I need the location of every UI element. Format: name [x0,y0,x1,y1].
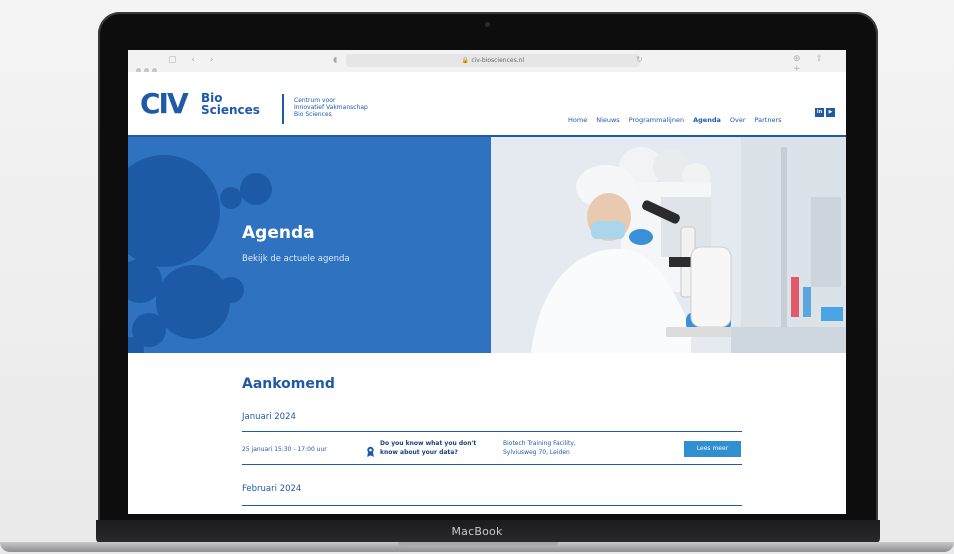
nav-over[interactable]: Over [730,116,746,124]
event-location-line-1: Biotech Training Facility, [503,440,576,447]
share-newtab-icons[interactable]: ⊕ ⇧ + [793,54,846,74]
main-nav: Home Nieuws Programmalijnen Agenda Over Partn… [568,116,791,124]
event-title[interactable]: Do you know what you don't know about yo… [380,440,490,457]
device-brand: MacBook [451,525,503,538]
divider [242,464,742,465]
divider [242,431,742,432]
nav-agenda[interactable]: Agenda [693,116,721,124]
sidebar-back-forward-icons[interactable]: ▢ ‹ › [168,55,219,65]
read-more-button[interactable]: Lees meer [684,441,741,457]
lock-icon: 🔒 [461,57,470,64]
logo-text[interactable]: Bio Sciences [201,92,260,116]
camera [485,22,490,27]
address-bar[interactable]: 🔒 civ-biosciences.nl [346,54,640,67]
decor-circle [240,173,272,205]
decor-circle [218,277,244,303]
browser-toolbar: ▢ ‹ › ◖ 🔒 civ-biosciences.nl ↻ ⊕ ⇧ + [128,50,846,74]
month-heading: Januari 2024 [242,412,296,422]
page-subtitle: Bekijk de actuele agenda [242,254,350,264]
nav-partners[interactable]: Partners [755,116,782,124]
decor-circle [220,187,242,209]
nav-programmalijnen[interactable]: Programmalijnen [629,116,684,124]
site-header: CIV Bio Sciences Centrum voor Innovatief… [128,72,846,137]
tagline-line-1: Centrum voor [294,97,336,104]
tagline-line-3: Bio Sciences [294,111,332,118]
url-text: civ-biosciences.nl [471,57,525,64]
social-links: in ▶ [813,98,835,117]
event-date: 25 januari 15:30 - 17:00 uur [242,446,327,453]
section-heading: Aankomend [242,376,335,392]
event-title-line-1: Do you know what you don't [380,440,477,447]
decor-circle [156,265,230,339]
youtube-icon[interactable]: ▶ [826,108,835,117]
hero-photo [491,137,846,353]
reload-icon[interactable]: ↻ [636,55,643,64]
laptop-notch [398,542,558,546]
award-icon [366,443,375,462]
nav-nieuws[interactable]: Nieuws [596,116,620,124]
logo-mark[interactable]: CIV [140,90,189,118]
laptop-lid: ▢ ‹ › ◖ 🔒 civ-biosciences.nl ↻ ⊕ ⇧ + CIV… [98,12,878,540]
tagline-line-2: Innovatief Vakmanschap [294,104,368,111]
month-heading: Februari 2024 [242,484,302,494]
hero-banner: Agenda Bekijk de actuele agenda [128,137,491,353]
lab-scientist-illustration [491,137,846,353]
page-title: Agenda [242,223,315,243]
linkedin-icon[interactable]: in [815,108,824,117]
logo-line-2: Sciences [201,103,260,117]
logo-tagline: Centrum voor Innovatief Vakmanschap Bio … [294,97,368,118]
event-title-line-2: know about your data? [380,448,458,456]
event-location-line-2: Sylviusweg 70, Leiden [503,448,570,456]
divider [242,505,742,506]
nav-home[interactable]: Home [568,116,587,124]
decor-circle [128,155,220,267]
event-location: Biotech Training Facility, Sylviusweg 70… [503,440,576,457]
laptop-base: MacBook [0,520,954,554]
logo-divider [282,94,284,124]
laptop-screen: ▢ ‹ › ◖ 🔒 civ-biosciences.nl ↻ ⊕ ⇧ + CIV… [128,50,846,514]
shield-icon: ◖ [333,55,338,64]
